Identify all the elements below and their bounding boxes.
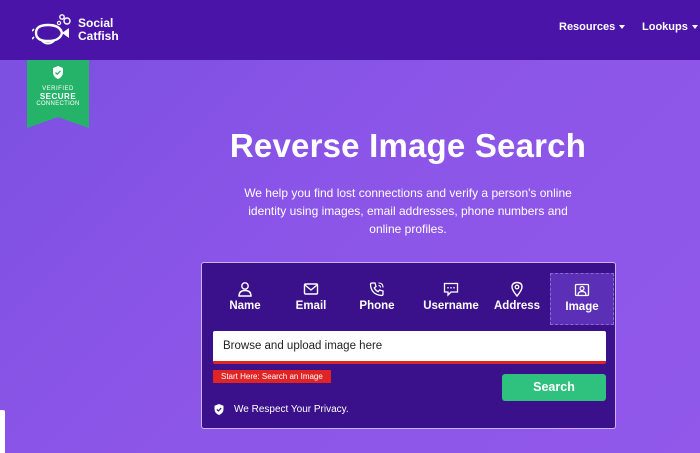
badge-line3: CONNECTION [36, 101, 80, 107]
tab-email-label: Email [295, 300, 327, 312]
search-panel: Name Email Phone Username Address Image … [201, 262, 616, 429]
image-icon [574, 283, 590, 297]
side-widget-edge[interactable] [0, 410, 5, 453]
search-type-tabs: Name Email Phone Username Address Image [212, 273, 614, 325]
logo-text: Social Catfish [78, 17, 119, 43]
page-subtitle: We help you find lost connections and ve… [244, 186, 572, 236]
tab-phone-label: Phone [359, 300, 395, 312]
caret-down-icon [619, 25, 626, 30]
shield-check-icon [214, 404, 224, 415]
person-icon [238, 282, 252, 297]
tab-address-label: Address [493, 300, 541, 312]
tab-image[interactable]: Image [550, 273, 614, 325]
caret-down-icon [691, 25, 698, 30]
tab-username[interactable]: Username [414, 273, 488, 325]
privacy-text: We Respect Your Privacy. [234, 404, 349, 415]
top-nav-bar: Social Catfish Resources Lookups [0, 0, 700, 60]
start-here-hint: Start Here: Search an Image [213, 370, 331, 383]
nav-resources[interactable]: Resources [559, 21, 626, 33]
verified-secure-badge: VERIFIED SECURE CONNECTION [27, 60, 89, 128]
nav-lookups-label: Lookups [642, 21, 688, 33]
image-upload-field[interactable]: Browse and upload image here [213, 331, 606, 364]
tab-email[interactable]: Email [286, 273, 336, 325]
tab-phone[interactable]: Phone [352, 273, 402, 325]
phone-icon [369, 282, 384, 297]
tab-name-label: Name [229, 300, 261, 312]
chat-icon [443, 282, 459, 297]
catfish-logo-icon [32, 14, 71, 45]
privacy-note: We Respect Your Privacy. [214, 404, 349, 415]
tab-username-label: Username [423, 300, 479, 312]
tab-image-label: Image [565, 301, 599, 313]
badge-line2: SECURE [39, 92, 77, 101]
tab-name[interactable]: Name [220, 273, 270, 325]
upload-field-text: Browse and upload image here [223, 340, 383, 352]
tab-address[interactable]: Address [490, 273, 544, 325]
envelope-icon [303, 283, 319, 295]
page-title: Reverse Image Search [229, 127, 587, 164]
logo-text-line2: Catfish [78, 29, 119, 43]
map-pin-icon [511, 281, 523, 297]
search-button[interactable]: Search [502, 374, 606, 401]
nav-resources-label: Resources [559, 21, 616, 33]
social-catfish-logo[interactable]: Social Catfish [32, 10, 122, 50]
nav-lookups[interactable]: Lookups [642, 21, 698, 33]
shield-check-icon [53, 66, 63, 79]
